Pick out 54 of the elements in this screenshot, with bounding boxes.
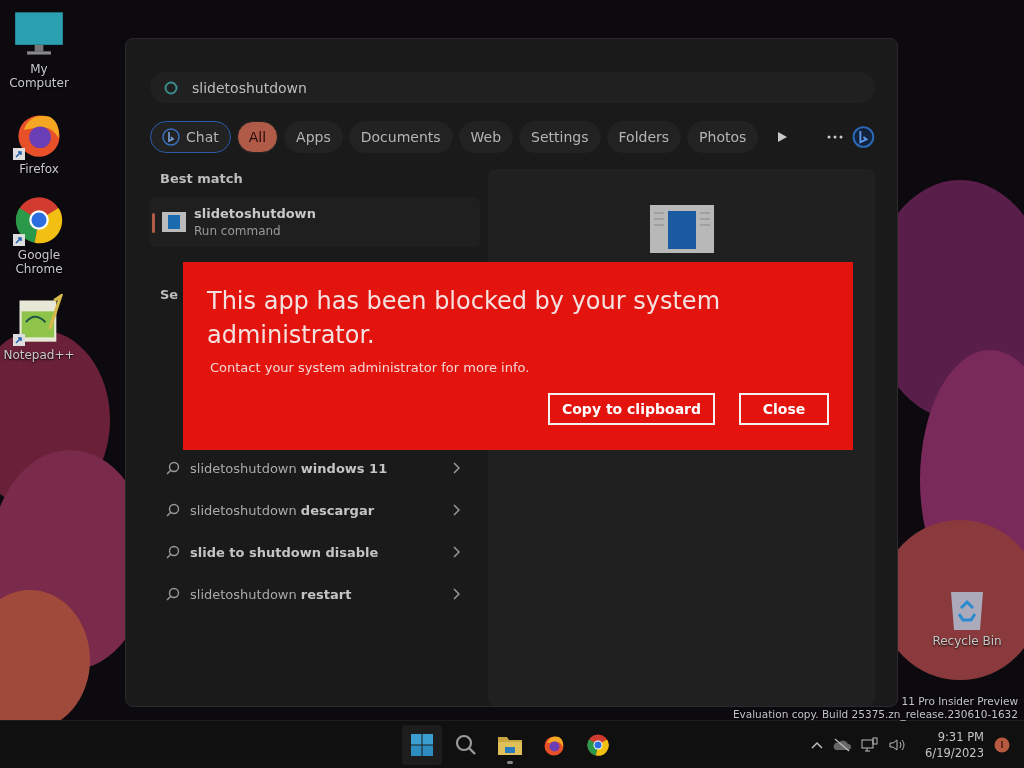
search-icon	[164, 81, 178, 95]
bing-icon	[162, 127, 180, 146]
speaker-icon[interactable]	[889, 737, 908, 752]
notification-icon[interactable]	[994, 736, 1010, 753]
search-suggestion[interactable]: slidetoshutdown windows 11	[190, 460, 442, 476]
taskbar-button[interactable]	[402, 724, 442, 765]
best-match-item[interactable]: slidetoshutdown Run command	[150, 197, 480, 247]
app-window-icon	[649, 205, 714, 253]
search-icon	[166, 587, 180, 601]
filter-tab[interactable]: Folders	[606, 120, 682, 153]
search-suggestion[interactable]: slidetoshutdown descargar	[190, 502, 442, 518]
watermark-text: 11 Pro Insider Preview	[901, 695, 1018, 708]
chevron-right-icon	[452, 462, 460, 474]
search-suggestion[interactable]: slidetoshutdown restart	[190, 586, 442, 602]
filter-tab[interactable]: Documents	[348, 120, 453, 153]
section-heading: Se	[160, 287, 179, 304]
desktop-icon-label[interactable]: Recycle Bin	[932, 634, 1002, 648]
chrome-icon	[586, 732, 610, 757]
filter-tab[interactable]: Photos	[687, 120, 759, 153]
filter-tab[interactable]: All	[236, 120, 279, 153]
ellipsis-icon	[826, 134, 843, 139]
section-heading: Best match	[160, 171, 243, 188]
search-icon	[166, 503, 180, 517]
dialog-message: Contact your system administrator for more info.	[210, 360, 531, 375]
dialog-button[interactable]: Copy to clipboard	[547, 393, 715, 425]
desktop-icon-label[interactable]: Google Chrome	[0, 248, 78, 276]
desktop-icon-label[interactable]: My Computer	[0, 62, 78, 90]
cloud-off-icon[interactable]	[833, 737, 852, 752]
app-name: slidetoshutdown	[194, 206, 316, 221]
dialog-button[interactable]: Close	[739, 393, 829, 425]
app-window-icon	[162, 212, 186, 232]
chrome-icon	[13, 194, 65, 246]
app-type: Run command	[194, 224, 282, 238]
chevron-right-icon	[452, 588, 460, 600]
clock[interactable]: 9:31 PM 6/19/2023	[925, 728, 984, 761]
play-icon	[775, 130, 788, 143]
network-icon[interactable]	[861, 736, 880, 753]
chat-button[interactable]: Chat	[150, 120, 231, 153]
dialog-title: This app has been blocked by your system administrator.	[207, 286, 721, 351]
watermark-text: Evaluation copy. Build 25375.zn_release.230610-1632	[732, 708, 1018, 721]
search-icon	[166, 545, 180, 559]
desktop-icon-label[interactable]: Firefox	[19, 162, 59, 176]
search-icon	[166, 461, 180, 475]
search-suggestion[interactable]: slide to shutdown disable	[190, 544, 442, 560]
filter-tab[interactable]: Web	[458, 120, 514, 153]
chevron-up-icon[interactable]	[811, 740, 824, 749]
filter-tab[interactable]: Apps	[284, 120, 343, 153]
windows-start-icon	[410, 732, 434, 757]
filter-tab[interactable]: Settings	[519, 120, 601, 153]
search-field[interactable]: slidetoshutdown	[150, 72, 875, 103]
desktop-icon-label[interactable]: Notepad++	[3, 348, 75, 362]
search-icon	[454, 732, 478, 757]
chevron-right-icon	[452, 546, 460, 558]
chevron-right-icon	[452, 504, 460, 516]
